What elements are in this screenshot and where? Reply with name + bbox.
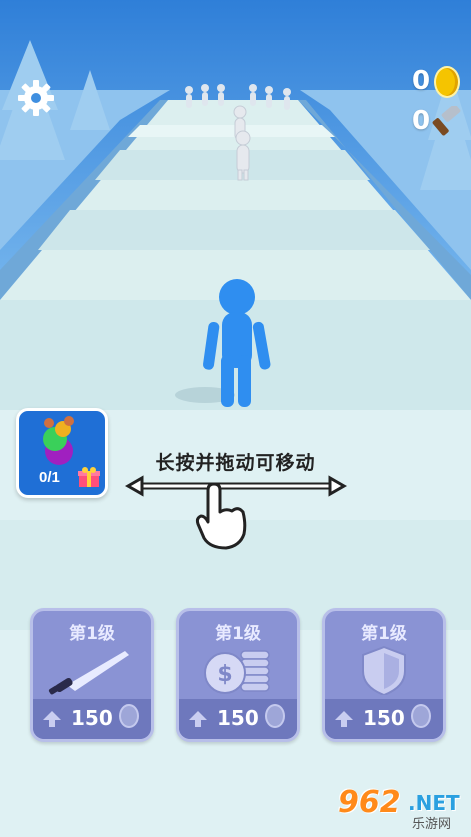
gear-icon <box>18 80 54 116</box>
coin-count: 0 <box>412 66 431 96</box>
watermark-logo: 962 .NET 乐游网 <box>328 785 468 833</box>
watermark-suffix: .NET <box>408 791 460 815</box>
game-screen[interactable]: 0 0 0/1 长按并拖动可移动 第1级 150 第1级 $ 150 第1级 1… <box>0 0 471 837</box>
watermark-brand: 962 <box>338 785 401 820</box>
settings-button[interactable] <box>14 76 58 120</box>
sword-icon <box>48 651 129 695</box>
upgrade-level: 第1级 <box>69 624 115 644</box>
upgrade-weapon-button[interactable]: 第1级 150 <box>30 608 154 742</box>
arrow-up-icon <box>335 711 353 727</box>
hammer-icon <box>432 106 461 136</box>
shield-icon <box>362 645 406 695</box>
arrow-up-icon <box>43 711 61 727</box>
coin-icon <box>411 704 431 728</box>
hammer-count: 0 <box>412 106 431 136</box>
drag-hint-text: 长按并拖动可移动 <box>155 452 316 474</box>
svg-text:$: $ <box>217 662 232 687</box>
coin-icon <box>265 704 285 728</box>
upgrade-level: 第1级 <box>361 624 407 644</box>
arrow-up-icon <box>189 711 207 727</box>
upgrade-income-button[interactable]: 第1级 $ 150 <box>176 608 300 742</box>
coins-icon: $ <box>204 650 270 694</box>
upgrade-level: 第1级 <box>215 624 261 644</box>
coin-icon <box>434 66 460 98</box>
upgrade-armor-button[interactable]: 第1级 150 <box>322 608 446 742</box>
coin-icon <box>119 704 139 728</box>
upgrade-price: 150 <box>217 706 259 730</box>
upgrade-price: 150 <box>363 706 405 730</box>
upgrade-price: 150 <box>71 706 113 730</box>
watermark-subtitle: 乐游网 <box>412 817 452 832</box>
